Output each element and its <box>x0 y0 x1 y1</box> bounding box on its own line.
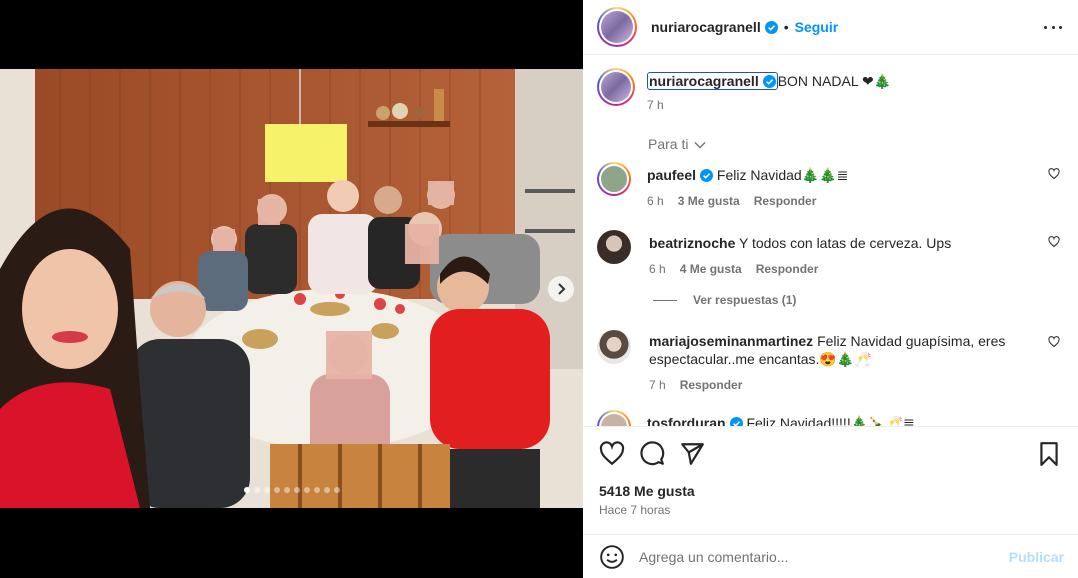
reply-button[interactable]: Responder <box>680 378 743 392</box>
view-replies-button[interactable]: Ver respuestas (1) <box>653 293 796 307</box>
chevron-right-icon <box>558 283 566 295</box>
caption-time: 7 h <box>647 98 664 112</box>
publish-button[interactable]: Publicar <box>1009 549 1064 565</box>
verified-icon <box>762 75 776 88</box>
more-icon <box>1044 25 1047 29</box>
caption-username[interactable]: nuriarocagranell <box>647 72 778 90</box>
reply-button[interactable]: Responder <box>754 194 817 208</box>
caption-avatar[interactable] <box>597 68 635 106</box>
verified-icon <box>764 21 778 34</box>
share-icon[interactable] <box>679 441 705 467</box>
emoji-icon[interactable] <box>599 544 625 570</box>
commenter-username[interactable]: beatriznoche <box>649 235 735 251</box>
comment-item: tosforduran Feliz Navidad!!!!!🎄🍾🥂≣ <box>597 410 1064 426</box>
heart-icon[interactable] <box>1048 336 1060 348</box>
comment-filter-dropdown[interactable]: Para ti <box>648 136 706 152</box>
carousel-dot <box>303 487 310 493</box>
commenter-avatar[interactable] <box>597 230 631 264</box>
post-timestamp: Hace 7 horas <box>599 503 671 517</box>
comments-list[interactable]: nuriarocagranell BON NADAL ❤🎄 7 h Para ti… <box>583 56 1078 426</box>
comment-time: 6 h <box>649 262 666 276</box>
header-separator: • <box>783 19 789 35</box>
post-photo <box>0 69 583 508</box>
post-actions: 5418 Me gusta Hace 7 horas <box>583 426 1078 526</box>
carousel-indicator <box>0 487 583 493</box>
caption-text: BON NADAL ❤🎄 <box>777 73 892 89</box>
instagram-post-modal: nuriarocagranell • Seguir nuriarocagrane… <box>0 0 1078 578</box>
follow-button[interactable]: Seguir <box>795 19 839 35</box>
heart-icon[interactable] <box>1048 236 1060 248</box>
comment-likes[interactable]: 4 Me gusta <box>680 262 742 276</box>
view-replies-label: Ver respuestas (1) <box>693 293 797 307</box>
comment-likes[interactable]: 3 Me gusta <box>678 194 740 208</box>
heart-icon[interactable] <box>1048 168 1060 180</box>
commenter-avatar[interactable] <box>597 410 631 426</box>
bookmark-icon[interactable] <box>1036 441 1062 467</box>
comment-item: paufeel Feliz Navidad🎄🎄≣ 6 h 3 Me gusta Re… <box>597 162 1064 210</box>
comment-item: beatriznoche Y todos con latas de cervez… <box>597 230 1064 278</box>
commenter-avatar[interactable] <box>597 330 631 364</box>
carousel-dot <box>273 487 280 493</box>
comment-text: Y todos con latas de cerveza. Ups <box>739 235 952 251</box>
verified-icon <box>700 169 714 182</box>
comment-input[interactable] <box>639 548 999 565</box>
post-header: nuriarocagranell • Seguir <box>583 0 1078 55</box>
caption-row: nuriarocagranell BON NADAL ❤🎄 7 h <box>597 68 1064 114</box>
post-media <box>0 0 583 578</box>
more-options-button[interactable] <box>1044 18 1062 36</box>
comment-filter-label: Para ti <box>648 136 689 152</box>
carousel-dot <box>313 487 320 493</box>
replies-divider <box>653 299 677 301</box>
commenter-avatar[interactable] <box>597 162 631 196</box>
author-avatar[interactable] <box>597 7 637 47</box>
commenter-username[interactable]: tosforduran <box>647 415 726 426</box>
chevron-down-icon <box>694 142 706 149</box>
reply-button[interactable]: Responder <box>756 262 819 276</box>
carousel-dot <box>323 487 330 493</box>
verified-icon <box>729 417 743 426</box>
comment-time: 7 h <box>649 378 666 392</box>
comment-icon[interactable] <box>639 441 665 467</box>
carousel-dot <box>283 487 290 493</box>
commenter-username[interactable]: mariajoseminanmartinez <box>649 333 813 349</box>
carousel-next-button[interactable] <box>548 276 574 302</box>
post-side-panel: nuriarocagranell • Seguir nuriarocagrane… <box>583 0 1078 578</box>
carousel-dot <box>253 487 260 493</box>
like-count[interactable]: 5418 Me gusta <box>599 483 695 499</box>
carousel-dot <box>243 487 250 493</box>
carousel-dot <box>293 487 300 493</box>
add-comment-bar: Publicar <box>583 534 1078 578</box>
carousel-dot <box>333 487 340 493</box>
author-username[interactable]: nuriarocagranell <box>651 19 778 35</box>
comment-text: Feliz Navidad!!!!!🎄🍾🥂≣ <box>746 415 915 426</box>
carousel-dot <box>263 487 270 493</box>
heart-icon[interactable] <box>599 441 625 467</box>
comment-text: Feliz Navidad🎄🎄≣ <box>716 167 849 183</box>
comment-time: 6 h <box>647 194 664 208</box>
commenter-username[interactable]: paufeel <box>647 167 696 183</box>
comment-item: mariajoseminanmartinez Feliz Navidad gua… <box>597 330 1064 394</box>
